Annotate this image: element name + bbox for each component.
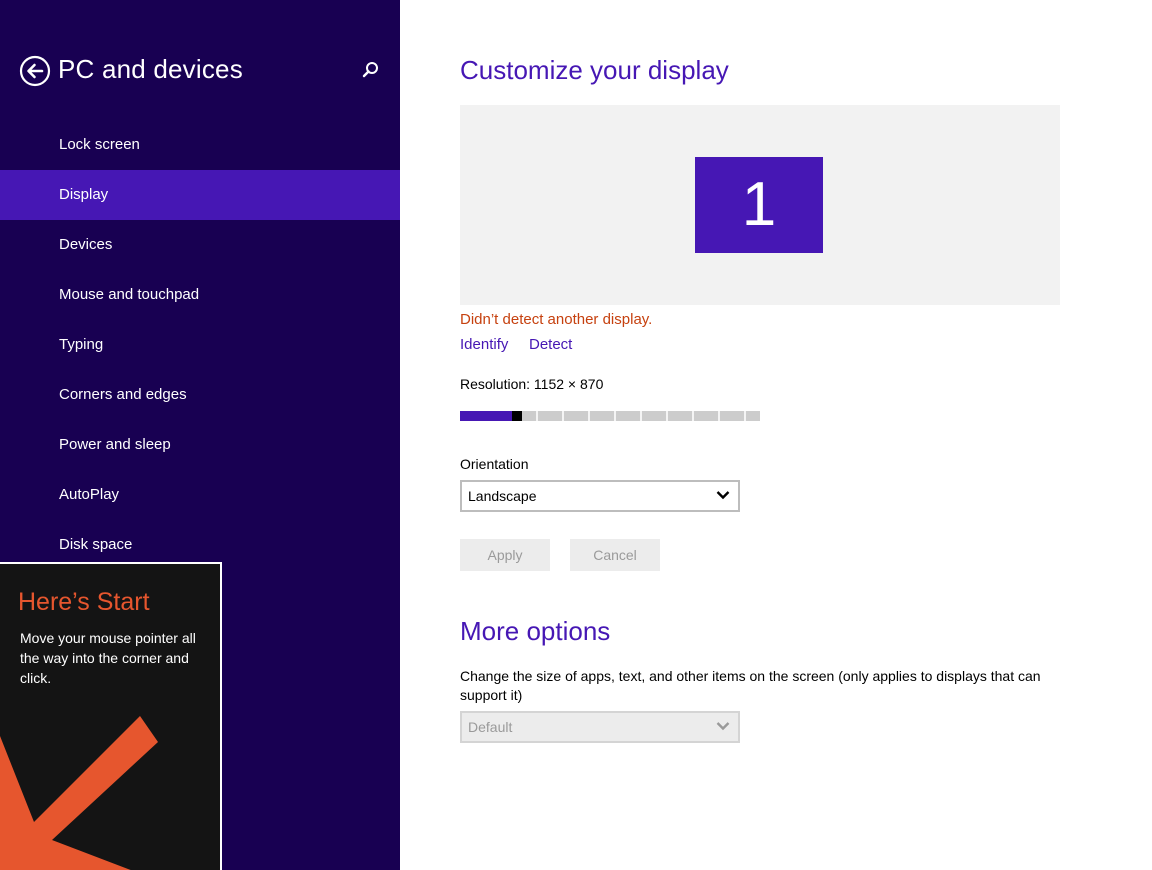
search-icon [362, 62, 378, 78]
cancel-button[interactable]: Cancel [570, 539, 660, 571]
sidebar-item-label: Mouse and touchpad [59, 286, 200, 303]
orientation-value: Landscape [468, 488, 537, 504]
sidebar-item-power-and-sleep[interactable]: Power and sleep [0, 420, 400, 470]
sidebar-item-label: AutoPlay [59, 486, 120, 503]
resolution-slider-thumb[interactable] [512, 411, 522, 421]
sidebar-item-devices[interactable]: Devices [0, 220, 400, 270]
detect-warning: Didn’t detect another display. [460, 311, 653, 328]
display-preview: 1 [460, 105, 1060, 305]
apply-button[interactable]: Apply [460, 539, 550, 571]
sidebar-item-typing[interactable]: Typing [0, 320, 400, 370]
orientation-label: Orientation [460, 456, 529, 472]
resolution-slider-fill [460, 411, 512, 421]
chevron-down-icon [716, 722, 730, 731]
monitor-number: 1 [741, 170, 777, 239]
scale-value: Default [468, 719, 513, 735]
sidebar-item-display[interactable]: Display [0, 170, 400, 220]
sidebar-item-label: Power and sleep [59, 436, 171, 453]
sidebar-item-label: Lock screen [59, 136, 140, 153]
back-arrow-circle-icon [19, 55, 51, 87]
sidebar-nav: Lock screen Display Devices Mouse and to… [0, 120, 400, 570]
back-button[interactable] [19, 55, 51, 87]
main-content: Customize your display 1 Didn’t detect a… [400, 0, 1152, 870]
identify-link[interactable]: Identify [460, 336, 508, 353]
more-options-title: More options [460, 616, 611, 646]
sidebar-item-label: Display [59, 186, 109, 203]
detect-link[interactable]: Detect [529, 336, 572, 353]
sidebar-title: PC and devices [58, 54, 243, 84]
scale-description: Change the size of apps, text, and other… [460, 668, 1041, 703]
start-tip-panel: Here’s Start Move your mouse pointer all… [0, 562, 222, 870]
sidebar-item-lock-screen[interactable]: Lock screen [0, 120, 400, 170]
settings-window: PC and devices Lock screen Display Devic… [0, 0, 1152, 870]
search-button[interactable] [359, 59, 381, 81]
arrow-down-left-icon [0, 716, 158, 870]
chevron-down-icon [716, 491, 730, 500]
sidebar: PC and devices Lock screen Display Devic… [0, 0, 400, 870]
sidebar-item-label: Typing [59, 336, 104, 353]
sidebar-item-corners-and-edges[interactable]: Corners and edges [0, 370, 400, 420]
sidebar-header: PC and devices [0, 50, 400, 92]
monitor-tile[interactable]: 1 [695, 157, 823, 253]
orientation-dropdown[interactable]: Landscape [460, 480, 740, 512]
sidebar-item-label: Disk space [59, 536, 133, 553]
sidebar-item-autoplay[interactable]: AutoPlay [0, 470, 400, 520]
sidebar-item-label: Devices [59, 236, 113, 253]
scale-dropdown[interactable]: Default [460, 711, 740, 743]
page-title: Customize your display [460, 55, 729, 85]
resolution-label: Resolution: 1152 × 870 [460, 376, 604, 392]
sidebar-item-mouse-and-touchpad[interactable]: Mouse and touchpad [0, 270, 400, 320]
sidebar-item-label: Corners and edges [59, 386, 187, 403]
resolution-slider[interactable] [460, 411, 760, 421]
